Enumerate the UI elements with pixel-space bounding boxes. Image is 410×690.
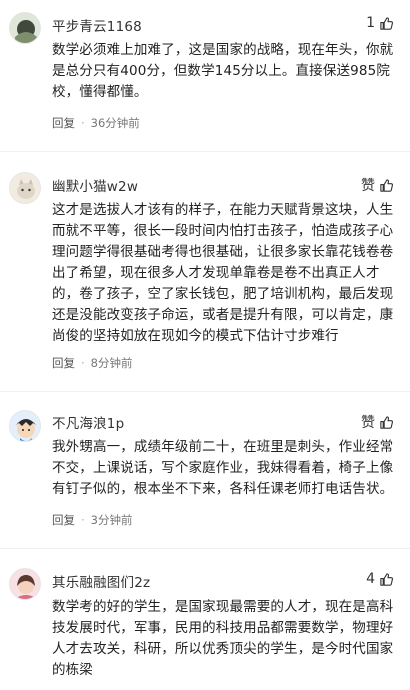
avatar[interactable] [9, 410, 41, 442]
like-count: 1 [366, 15, 375, 31]
divider [0, 548, 410, 549]
like-count: 赞 [361, 415, 375, 431]
comment-text: 这才是选拔人才该有的样子，在能力天赋背景这块，人生而就不平等，很长一段时间内怕打… [52, 202, 394, 344]
comment-text: 数学必须难上加难了，这是国家的战略，现在年头，你就是总分只有400分，但数学14… [52, 42, 394, 100]
avatar[interactable] [9, 568, 41, 600]
thumbs-up-icon [380, 415, 394, 429]
avatar[interactable] [9, 12, 41, 44]
comment-text: 数学考的好的学生，是国家现最需要的人才，现在是高科技发展时代，军事，民用的科技用… [52, 599, 394, 678]
like-button[interactable]: 赞 [361, 175, 394, 195]
reply-button[interactable]: 回复 [52, 115, 75, 131]
comment-username[interactable]: 平步青云1168 [52, 15, 142, 35]
thumbs-up-icon [380, 572, 394, 586]
like-button[interactable]: 4 [366, 571, 394, 587]
comment-text: 我外甥高一，成绩年级前二十，在班里是刺头，作业经常不交，上课说话，写个家庭作业，… [52, 439, 394, 497]
meta-separator: · [81, 356, 85, 370]
avatar[interactable] [9, 172, 41, 204]
comment-username[interactable]: 幽默小猫w2w [52, 175, 138, 195]
like-button[interactable]: 1 [366, 15, 394, 31]
reply-button[interactable]: 回复 [52, 512, 75, 528]
reply-button[interactable]: 回复 [52, 355, 75, 371]
like-button[interactable]: 赞 [361, 412, 394, 432]
comment-meta: 回复 · 36分钟前 [52, 115, 140, 131]
like-count: 4 [366, 571, 375, 587]
comment-time: 3分钟前 [90, 513, 133, 527]
comment-time: 36分钟前 [90, 116, 140, 130]
meta-separator: · [81, 513, 85, 527]
like-count: 赞 [361, 178, 375, 194]
thumbs-up-icon [380, 178, 394, 192]
comment-meta: 回复 · 3分钟前 [52, 512, 132, 528]
comment-time: 8分钟前 [90, 356, 133, 370]
cat-avatar-icon [10, 173, 40, 203]
girl-avatar-icon [10, 569, 40, 599]
comment-meta: 回复 · 8分钟前 [52, 355, 132, 371]
divider [0, 391, 410, 392]
avatar-landscape-icon [10, 13, 40, 43]
comment-username[interactable]: 不凡海浪1p [52, 412, 124, 432]
divider [0, 151, 410, 152]
meta-separator: · [81, 116, 85, 130]
thumbs-up-icon [380, 16, 394, 30]
cartoon-avatar-icon [10, 411, 40, 441]
comment-username[interactable]: 其乐融融图们2z [52, 571, 150, 591]
